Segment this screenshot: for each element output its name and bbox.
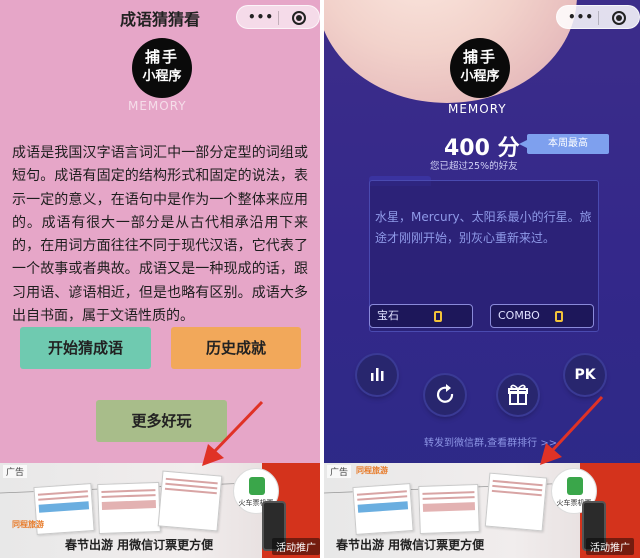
capsule-menu[interactable]: ••• (236, 5, 320, 29)
app-logo: 捕手 小程序 (132, 38, 192, 98)
ranking-button[interactable] (357, 355, 397, 395)
gem-value-box (434, 311, 442, 322)
right-screen: ••• 捕手 小程序 MEMORY 400 分 本周最高 您已超过25%的好友 … (324, 0, 640, 558)
gift-button[interactable] (498, 375, 538, 415)
ad-label: 广告 (3, 465, 28, 478)
ticket-image (352, 483, 414, 535)
train-icon (567, 477, 583, 495)
annotation-arrow-icon (202, 400, 264, 466)
logo-subtitle: MEMORY (448, 102, 507, 116)
pk-button[interactable]: PK (565, 355, 605, 395)
ad-banner[interactable]: 广告 同程旅游 春节出游 用微信订票更方便 火车票机票 活动推广 (0, 463, 320, 558)
combo-label: COMBO (498, 309, 540, 322)
logo-line1: 捕手 (144, 48, 179, 66)
ticket-image (97, 481, 161, 535)
ticket-image (484, 472, 548, 532)
gift-icon (508, 384, 528, 405)
ad-promo-label: 活动推广 (272, 538, 320, 555)
start-guess-button[interactable]: 开始猜成语 (20, 327, 151, 369)
history-button[interactable]: 历史成就 (171, 327, 301, 369)
ticket-image (418, 483, 480, 535)
combo-counter: COMBO (490, 304, 594, 328)
annotation-arrow-icon (540, 395, 604, 465)
gem-label: 宝石 (377, 309, 399, 322)
restart-button[interactable] (425, 375, 465, 415)
capsule-divider (598, 11, 599, 25)
gem-counter: 宝石 (369, 304, 473, 328)
ticket-image (157, 470, 223, 532)
more-icon[interactable]: ••• (568, 10, 594, 24)
train-icon (249, 477, 265, 495)
ad-caption: 春节出游 用微信订票更方便 (65, 538, 214, 552)
logo-subtitle: MEMORY (128, 99, 187, 113)
refresh-icon (436, 384, 454, 403)
more-icon[interactable]: ••• (248, 10, 274, 24)
app-logo: 捕手 小程序 (450, 38, 510, 98)
idiom-description: 成语是我国汉字语言词汇中一部分定型的词组或短句。成语有固定的结构形式和固定的说法… (12, 145, 308, 325)
combo-value-box (555, 311, 563, 322)
left-screen: 成语猜猜看 ••• 捕手 小程序 MEMORY 成语是我国汉字语言词汇中一部分定… (0, 0, 320, 558)
capsule-divider (278, 11, 279, 25)
weekly-best-badge: 本周最高 (519, 134, 609, 154)
close-miniprogram-icon[interactable] (612, 11, 626, 25)
result-message: 水星，Mercury、太阳系最小的行星。旅途才刚刚开始，别灰心重新来过。 (375, 210, 592, 245)
bar-chart-icon (371, 368, 384, 381)
ad-caption: 春节出游 用微信订票更方便 (336, 538, 485, 552)
capsule-menu[interactable]: ••• (556, 5, 640, 29)
ad-label: 广告 (327, 465, 352, 478)
ad-brand-logo: 同程旅游 (356, 466, 388, 475)
close-miniprogram-icon[interactable] (292, 11, 306, 25)
ad-promo-label: 活动推广 (586, 538, 634, 555)
ad-banner[interactable]: 广告 同程旅游 春节出游 用微信订票更方便 火车票机票 活动推广 (324, 463, 640, 558)
logo-line1: 捕手 (462, 48, 497, 66)
logo-line2: 小程序 (142, 69, 182, 84)
ad-brand-logo: 同程旅游 (12, 520, 44, 529)
score-percentile: 您已超过25%的好友 (430, 161, 518, 172)
logo-line2: 小程序 (460, 69, 500, 84)
